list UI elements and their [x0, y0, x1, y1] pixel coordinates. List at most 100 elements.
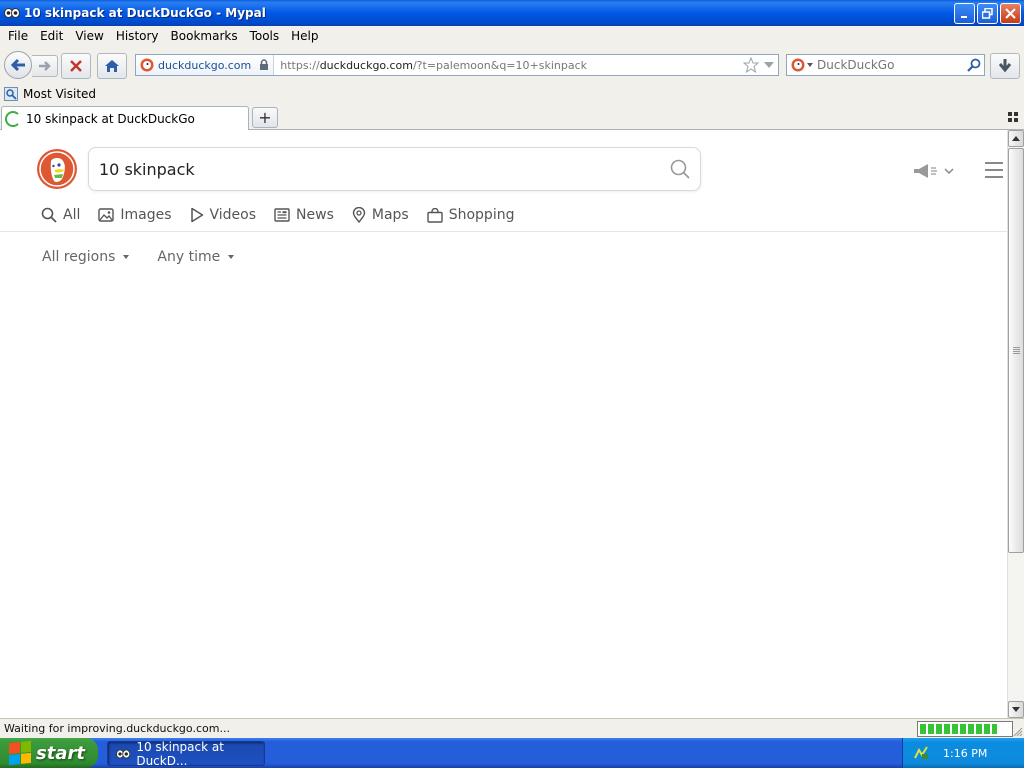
home-button[interactable]	[97, 53, 127, 79]
plus-icon: +	[258, 108, 272, 127]
url-text[interactable]: https://duckduckgo.com/?t=palemoon&q=10+…	[274, 59, 742, 72]
network-icon[interactable]	[913, 745, 929, 761]
identity-domain: duckduckgo.com	[158, 58, 252, 72]
menu-view[interactable]: View	[70, 29, 108, 43]
url-history-dropdown-icon[interactable]	[762, 56, 776, 74]
chevron-down-icon	[944, 168, 954, 174]
site-identity[interactable]: duckduckgo.com	[136, 55, 275, 75]
ddg-search-box[interactable]	[88, 147, 701, 191]
browser-search-bar[interactable]	[786, 54, 985, 76]
windows-taskbar: start 10 skinpack at DuckD... 1:16 PM	[0, 738, 1024, 768]
close-window-button[interactable]	[1000, 3, 1021, 24]
back-arrow-icon	[10, 58, 25, 72]
menu-edit[interactable]: Edit	[35, 29, 68, 43]
tab-maps[interactable]: Maps	[352, 207, 409, 223]
title-bar: 10 skinpack at DuckDuckGo - Mypal	[0, 0, 1024, 26]
menu-help[interactable]: Help	[286, 29, 323, 43]
page-load-progress	[917, 721, 1013, 737]
scroll-up-arrow-icon	[1012, 136, 1020, 141]
engine-dropdown-icon	[807, 63, 813, 67]
hamburger-menu-icon[interactable]	[985, 162, 1003, 178]
map-pin-icon	[352, 207, 366, 223]
lock-icon	[260, 59, 269, 70]
scroll-down-arrow-icon	[1012, 707, 1020, 712]
caret-down-icon	[123, 255, 130, 259]
forward-button[interactable]	[32, 55, 58, 77]
url-path: /?t=palemoon&q=10+skinpack	[412, 58, 587, 72]
menu-bar: File Edit View History Bookmarks Tools H…	[0, 26, 1024, 46]
duck-logo-icon	[39, 151, 75, 187]
clock: 1:16 PM	[943, 746, 988, 760]
menu-file[interactable]: File	[3, 29, 33, 43]
minimize-icon	[960, 15, 967, 18]
back-button[interactable]	[4, 51, 32, 79]
download-arrow-icon	[998, 59, 1012, 73]
search-type-tabs: All Images Videos News Maps Shopping	[41, 204, 532, 226]
search-go-icon[interactable]	[964, 58, 984, 72]
navigation-toolbar: duckduckgo.com https://duckduckgo.com/?t…	[0, 46, 1024, 84]
duckduckgo-favicon-icon	[140, 58, 154, 72]
feedback-menu[interactable]	[912, 160, 956, 182]
duckduckgo-logo[interactable]	[37, 149, 77, 189]
bookmark-star-icon[interactable]	[742, 56, 760, 74]
page-content: All Images Videos News Maps Shopping All…	[0, 130, 1007, 718]
new-tab-button[interactable]: +	[252, 107, 278, 128]
system-tray: 1:16 PM	[902, 738, 1024, 768]
time-filter-label: Any time	[157, 249, 221, 265]
tab-all[interactable]: All	[41, 207, 80, 223]
tab-videos[interactable]: Videos	[190, 207, 257, 223]
stop-x-icon	[70, 60, 82, 72]
taskbar-window-label: 10 skinpack at DuckD...	[136, 739, 224, 768]
url-bar[interactable]: duckduckgo.com https://duckduckgo.com/?t…	[135, 54, 779, 76]
status-bar: Waiting for improving.duckduckgo.com...	[0, 718, 1024, 738]
news-icon	[274, 208, 290, 222]
tab-images[interactable]: Images	[98, 207, 172, 223]
menu-history[interactable]: History	[111, 29, 164, 43]
ddg-search-input[interactable]	[89, 159, 660, 179]
restore-icon	[982, 8, 993, 19]
vertical-scrollbar[interactable]	[1007, 130, 1024, 718]
tab-videos-label: Videos	[209, 207, 257, 223]
play-icon	[190, 207, 203, 223]
tab-active[interactable]: 10 skinpack at DuckDuckGo	[1, 106, 249, 130]
tab-shopping[interactable]: Shopping	[427, 207, 514, 223]
search-filters: All regions Any time	[42, 249, 235, 265]
bookmark-most-visited[interactable]: Most Visited	[4, 87, 96, 101]
search-icon[interactable]	[660, 159, 700, 179]
megaphone-icon	[914, 164, 937, 178]
search-icon	[41, 207, 57, 223]
mypal-task-icon	[116, 749, 131, 758]
tab-maps-label: Maps	[371, 207, 409, 223]
start-button[interactable]: start	[0, 738, 98, 768]
window-title: 10 skinpack at DuckDuckGo - Mypal	[24, 6, 266, 20]
image-icon	[98, 208, 115, 222]
downloads-button[interactable]	[990, 53, 1020, 79]
start-label: start	[36, 742, 85, 764]
scroll-up-button[interactable]	[1008, 130, 1024, 147]
browser-search-input[interactable]	[817, 58, 964, 72]
menu-bookmarks[interactable]: Bookmarks	[166, 29, 243, 43]
resize-grip-icon[interactable]	[1013, 727, 1023, 737]
mypal-app-icon[interactable]	[4, 5, 20, 21]
close-icon	[1005, 8, 1016, 19]
tab-list-icon[interactable]	[1008, 112, 1018, 122]
region-filter-dropdown[interactable]: All regions	[42, 249, 130, 265]
time-filter-dropdown[interactable]: Any time	[157, 249, 235, 265]
tab-news[interactable]: News	[274, 207, 334, 223]
forward-arrow-icon	[38, 61, 51, 71]
search-engine-selector[interactable]	[787, 55, 817, 75]
stop-button[interactable]	[61, 53, 91, 79]
window-controls	[954, 3, 1021, 24]
tab-title: 10 skinpack at DuckDuckGo	[26, 111, 195, 126]
scroll-down-button[interactable]	[1008, 701, 1024, 718]
menu-tools[interactable]: Tools	[245, 29, 285, 43]
most-visited-icon	[4, 87, 18, 101]
region-filter-label: All regions	[42, 249, 116, 265]
tabs-divider	[0, 231, 1007, 232]
grip-icon	[1012, 347, 1020, 354]
restore-button[interactable]	[977, 3, 998, 24]
taskbar-window-button[interactable]: 10 skinpack at DuckD...	[107, 739, 265, 768]
minimize-button[interactable]	[954, 3, 975, 24]
scrollbar-thumb[interactable]	[1008, 148, 1024, 553]
home-icon	[105, 60, 119, 72]
